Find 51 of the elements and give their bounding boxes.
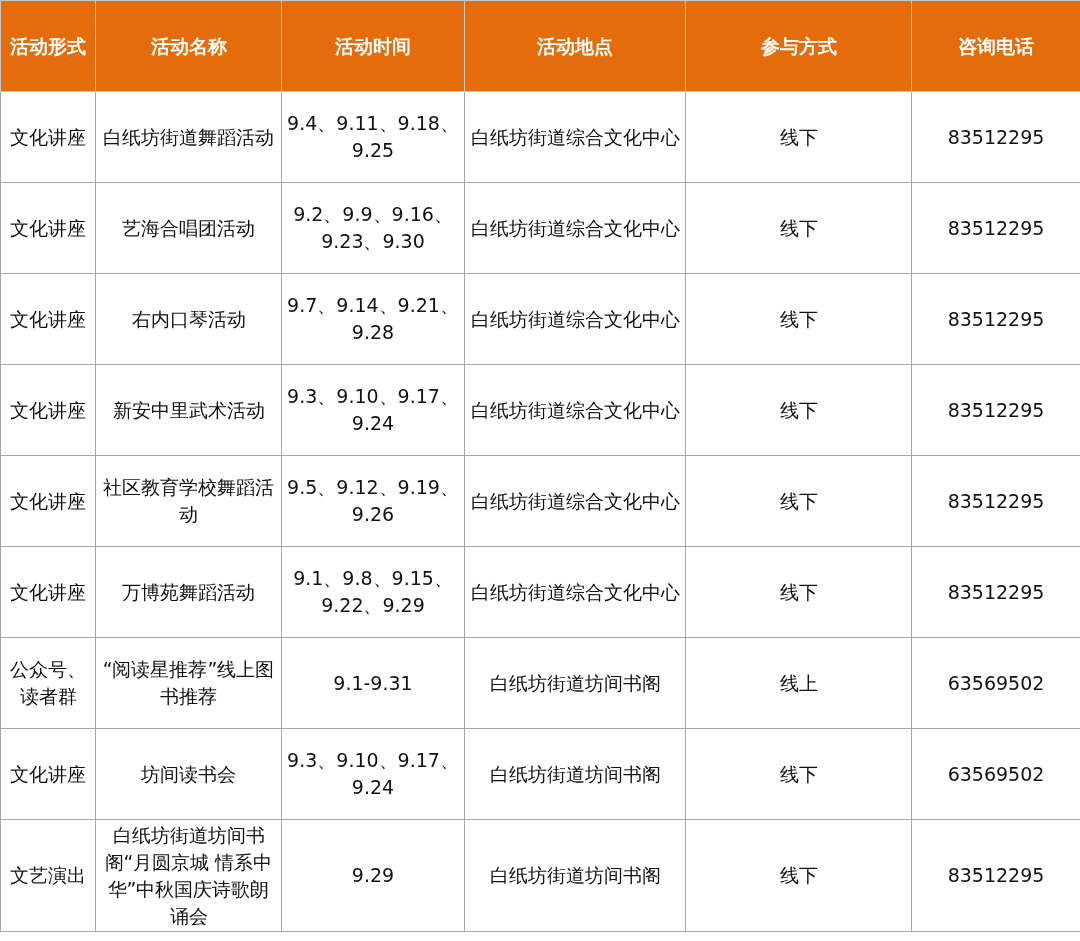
table-cell: 白纸坊街道坊间书阁 [464,728,686,820]
table-cell: 文艺演出 [0,819,96,932]
table-cell: 白纸坊街道坊间书阁“月圆京城 情系中华”中秋国庆诗歌朗诵会 [95,819,282,932]
table-cell: 文化讲座 [0,546,96,638]
table-cell: 9.5、9.12、9.19、9.26 [281,455,465,547]
table-cell: 白纸坊街道综合文化中心 [464,364,686,456]
table-cell: 线下 [685,273,912,365]
table-cell: 万博苑舞蹈活动 [95,546,282,638]
column-header: 参与方式 [685,0,912,92]
table-cell: 9.1、9.8、9.15、9.22、9.29 [281,546,465,638]
table-cell: 线下 [685,546,912,638]
column-header: 活动名称 [95,0,282,92]
column-header: 活动时间 [281,0,465,92]
table-cell: 坊间读书会 [95,728,282,820]
table-cell: 线上 [685,637,912,729]
table-cell: 白纸坊街道综合文化中心 [464,273,686,365]
table-cell: 白纸坊街道综合文化中心 [464,91,686,183]
table-cell: 线下 [685,455,912,547]
table-cell: 线下 [685,819,912,932]
table-cell: 9.2、9.9、9.16、9.23、9.30 [281,182,465,274]
table-cell: 线下 [685,728,912,820]
table-cell: “阅读星推荐”线上图书推荐 [95,637,282,729]
table-cell: 白纸坊街道综合文化中心 [464,546,686,638]
table-cell: 新安中里武术活动 [95,364,282,456]
table-cell: 线下 [685,364,912,456]
table-cell: 公众号、读者群 [0,637,96,729]
table-cell: 文化讲座 [0,364,96,456]
table-cell: 文化讲座 [0,91,96,183]
column-header: 活动地点 [464,0,686,92]
table-cell: 9.1-9.31 [281,637,465,729]
table-cell: 白纸坊街道坊间书阁 [464,819,686,932]
column-header: 活动形式 [0,0,96,92]
table-cell: 白纸坊街道坊间书阁 [464,637,686,729]
table-cell: 文化讲座 [0,455,96,547]
table-cell: 艺海合唱团活动 [95,182,282,274]
table-cell: 9.3、9.10、9.17、9.24 [281,364,465,456]
table-cell: 文化讲座 [0,182,96,274]
table-cell: 社区教育学校舞蹈活动 [95,455,282,547]
table-cell: 白纸坊街道综合文化中心 [464,182,686,274]
table-cell: 右内口琴活动 [95,273,282,365]
table-cell: 文化讲座 [0,273,96,365]
table-cell: 白纸坊街道综合文化中心 [464,455,686,547]
table-cell: 9.29 [281,819,465,932]
table-cell: 线下 [685,91,912,183]
table-cell: 9.3、9.10、9.17、9.24 [281,728,465,820]
table-cell: 白纸坊街道舞蹈活动 [95,91,282,183]
table-cell: 文化讲座 [0,728,96,820]
table-cell: 9.7、9.14、9.21、9.28 [281,273,465,365]
table-cell: 9.4、9.11、9.18、9.25 [281,91,465,183]
column-header: 咨询电话 [911,0,1080,92]
table-cell: 线下 [685,182,912,274]
